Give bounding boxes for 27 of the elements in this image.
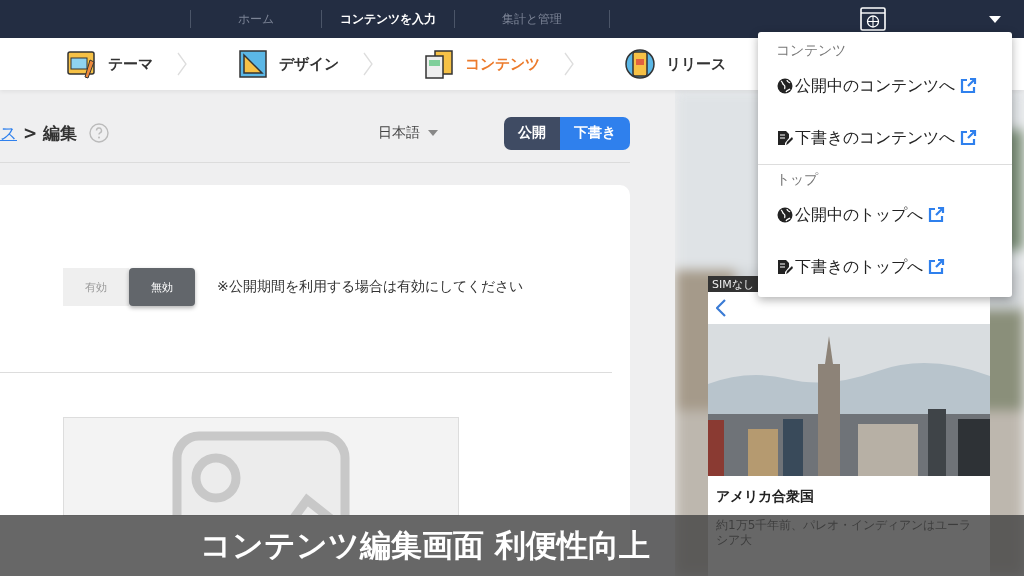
picture-frame-icon xyxy=(66,48,98,80)
step-tab[interactable]: リリース xyxy=(624,48,726,80)
documents-icon xyxy=(423,48,455,80)
ruler-icon xyxy=(237,48,269,80)
menu-section-title: コンテンツ xyxy=(775,42,847,60)
chevron-icon xyxy=(564,52,574,76)
breadcrumb-separator: > xyxy=(23,123,38,143)
toggle-option[interactable]: 無効 xyxy=(129,268,195,306)
language-dropdown[interactable]: 日本語 xyxy=(378,124,438,142)
step-tab[interactable]: テーマ xyxy=(66,48,153,80)
nav-link[interactable]: ホーム xyxy=(191,10,321,28)
chevron-icon xyxy=(363,52,373,76)
phone-icon xyxy=(624,48,656,80)
caption-text: コンテンツ編集画面 利便性向上 xyxy=(200,525,650,565)
publish-toggle-option[interactable]: 下書き xyxy=(560,116,630,150)
chevron-icon xyxy=(177,52,187,76)
caret-icon xyxy=(428,130,438,136)
step-tab[interactable]: デザイン xyxy=(237,48,339,80)
nav-link[interactable]: 集計と管理 xyxy=(455,10,609,28)
page-title: 編集 xyxy=(43,121,78,145)
globe-window-icon[interactable] xyxy=(860,7,886,31)
publish-toggle-option[interactable]: 公開 xyxy=(504,116,560,150)
globe-icon xyxy=(777,78,793,94)
external-link-icon xyxy=(959,77,977,95)
caret-icon[interactable] xyxy=(989,15,1001,23)
hint-text: ※公開期間を利用する場合は有効にしてください xyxy=(217,278,523,296)
nav-link[interactable]: コンテンツを入力 xyxy=(322,10,454,28)
